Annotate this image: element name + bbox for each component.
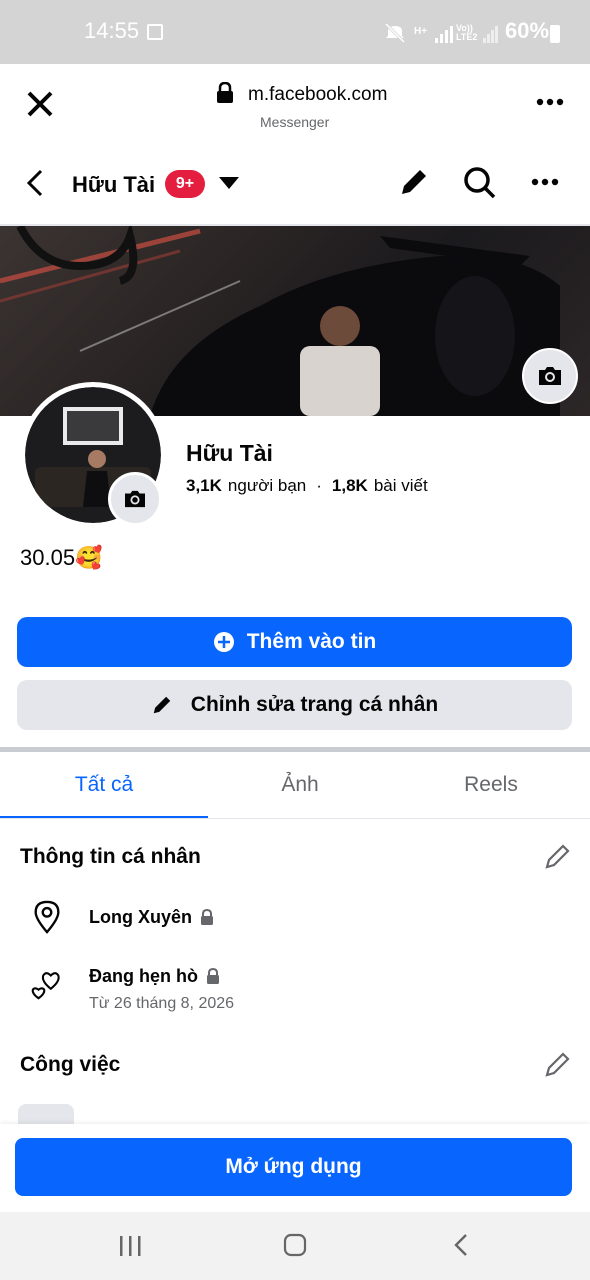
- pencil-icon: [153, 696, 171, 714]
- lock-icon: [217, 82, 233, 103]
- profile-bio: 30.05🥰: [20, 545, 103, 570]
- tab-all[interactable]: Tất cả: [0, 752, 208, 818]
- lock-icon: [201, 909, 213, 925]
- header-name: Hữu Tài: [72, 172, 156, 197]
- system-nav-bar: [0, 1212, 590, 1280]
- profile-name: Hữu Tài: [186, 440, 273, 466]
- location-text: Long Xuyên: [89, 907, 192, 927]
- avatar[interactable]: [20, 382, 166, 528]
- location-row: Long Xuyên: [89, 907, 214, 928]
- personal-info-title: Thông tin cá nhân: [20, 845, 201, 868]
- tab-reels-label: Reels: [464, 773, 518, 796]
- search-icon[interactable]: [463, 166, 497, 200]
- recent-apps-icon[interactable]: [118, 1234, 142, 1258]
- edit-icon[interactable]: [398, 166, 430, 198]
- edit-pencil-icon[interactable]: [544, 1050, 572, 1078]
- lock-icon: [207, 968, 219, 984]
- friends-count[interactable]: 3,1K: [186, 476, 222, 496]
- cover-camera-button[interactable]: [522, 348, 578, 404]
- location-pin-icon: [34, 900, 60, 934]
- notification-badge[interactable]: 9+: [165, 170, 205, 198]
- friends-label[interactable]: người bạn: [228, 476, 306, 496]
- profile-stats: 3,1K người bạn · 1,8K bài viết: [186, 476, 428, 496]
- status-bar: 14:55 H+ Vo)) LTE2 60%: [0, 0, 590, 64]
- relationship-since: Từ 26 tháng 8, 2026: [89, 995, 235, 1012]
- profile-header: Hữu Tài 9+: [0, 146, 590, 226]
- stats-separator: ·: [316, 476, 322, 495]
- volte-label: Vo)) LTE2: [456, 23, 478, 42]
- tabs-divider: [0, 818, 590, 819]
- relationship-row: Đang hẹn hò: [89, 966, 220, 987]
- chevron-down-icon[interactable]: [218, 176, 240, 190]
- edit-pencil-icon[interactable]: [544, 842, 572, 870]
- hearts-icon: [31, 972, 60, 1000]
- plus-circle-icon: [213, 632, 234, 652]
- close-icon[interactable]: [26, 90, 54, 118]
- camera-icon: [539, 367, 561, 385]
- more-icon[interactable]: [536, 98, 564, 106]
- signal-icon: [435, 26, 453, 43]
- relationship-text: Đang hẹn hò: [89, 966, 198, 986]
- tab-all-label: Tất cả: [74, 773, 134, 796]
- battery-percent: 60%: [505, 18, 550, 43]
- browser-bar: m.facebook.com Messenger: [0, 64, 590, 146]
- battery-icon: [550, 25, 560, 43]
- posts-count: 1,8K: [331, 476, 368, 495]
- mute-icon: [384, 22, 406, 44]
- back-icon[interactable]: [24, 168, 46, 198]
- edit-profile-label: Chỉnh sửa trang cá nhân: [190, 693, 439, 716]
- signal-icon-2: [483, 26, 498, 43]
- url-text[interactable]: m.facebook.com: [248, 84, 387, 106]
- add-story-button[interactable]: Thêm vào tin: [17, 617, 572, 667]
- url-subtitle: Messenger: [260, 114, 330, 130]
- open-app-label: Mở ứng dụng: [225, 1155, 362, 1178]
- posts-label: bài viết: [373, 476, 428, 495]
- more-icon[interactable]: [531, 178, 559, 186]
- avatar-camera-button[interactable]: [108, 472, 162, 526]
- work-title: Công việc: [20, 1053, 121, 1076]
- status-time: 14:55: [84, 18, 140, 43]
- back-nav-icon[interactable]: [452, 1233, 470, 1257]
- open-app-button[interactable]: Mở ứng dụng: [15, 1138, 572, 1196]
- tab-photos[interactable]: Ảnh: [200, 752, 400, 818]
- network-type: H+: [414, 26, 428, 37]
- gallery-icon: [147, 24, 163, 40]
- home-icon[interactable]: [283, 1233, 307, 1257]
- camera-icon: [125, 490, 145, 508]
- tab-reels[interactable]: Reels: [392, 752, 590, 818]
- edit-profile-button[interactable]: Chỉnh sửa trang cá nhân: [17, 680, 572, 730]
- add-story-label: Thêm vào tin: [246, 630, 377, 653]
- tab-photos-label: Ảnh: [281, 773, 319, 796]
